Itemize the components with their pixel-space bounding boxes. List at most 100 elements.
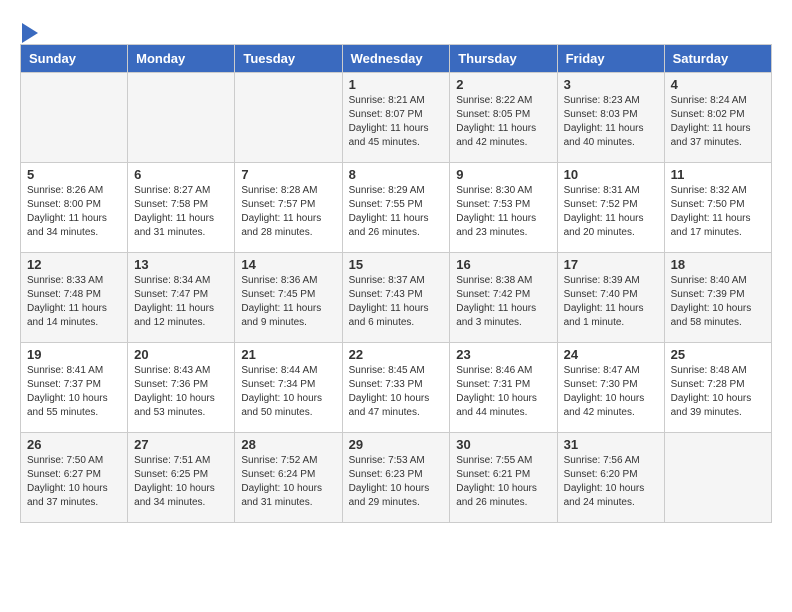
day-info: Sunrise: 8:30 AM Sunset: 7:53 PM Dayligh… — [456, 184, 550, 240]
day-number: 10 — [564, 167, 658, 182]
day-number: 23 — [456, 347, 550, 362]
day-info: Sunrise: 8:38 AM Sunset: 7:42 PM Dayligh… — [456, 274, 550, 330]
day-number: 13 — [134, 257, 228, 272]
calendar-week-row: 19 Sunrise: 8:41 AM Sunset: 7:37 PM Dayli… — [21, 342, 772, 432]
day-number: 29 — [349, 437, 444, 452]
calendar-empty-cell — [128, 72, 235, 162]
calendar-body: 1 Sunrise: 8:21 AM Sunset: 8:07 PM Daylig… — [21, 72, 772, 522]
calendar-day-cell: 20Sunrise: 8:43 AM Sunset: 7:36 PM Dayli… — [128, 342, 235, 432]
calendar-day-cell: 27 Sunrise: 7:51 AM Sunset: 6:25 PM Dayli… — [128, 432, 235, 522]
day-info: Sunrise: 8:32 AM Sunset: 7:50 PM Dayligh… — [671, 184, 765, 240]
day-info: Sunrise: 8:26 AM Sunset: 8:00 PM Dayligh… — [27, 184, 121, 240]
calendar-day-cell: 17 Sunrise: 8:39 AM Sunset: 7:40 PM Dayli… — [557, 252, 664, 342]
day-number: 15 — [349, 257, 444, 272]
day-info: Sunrise: 8:44 AM Sunset: 7:34 PM Dayligh… — [241, 364, 335, 420]
calendar-day-cell: 28 Sunrise: 7:52 AM Sunset: 6:24 PM Dayli… — [235, 432, 342, 522]
calendar-day-cell: 5Sunrise: 8:26 AM Sunset: 8:00 PM Daylig… — [21, 162, 128, 252]
day-number: 17 — [564, 257, 658, 272]
calendar-day-cell: 13 Sunrise: 8:34 AM Sunset: 7:47 PM Dayli… — [128, 252, 235, 342]
calendar-day-cell: 23 Sunrise: 8:46 AM Sunset: 7:31 PM Dayli… — [450, 342, 557, 432]
day-number: 16 — [456, 257, 550, 272]
day-number: 7 — [241, 167, 335, 182]
day-info: Sunrise: 8:39 AM Sunset: 7:40 PM Dayligh… — [564, 274, 658, 330]
calendar-day-cell: 10 Sunrise: 8:31 AM Sunset: 7:52 PM Dayli… — [557, 162, 664, 252]
day-number: 27 — [134, 437, 228, 452]
calendar-day-cell: 16 Sunrise: 8:38 AM Sunset: 7:42 PM Dayli… — [450, 252, 557, 342]
calendar-week-row: 1 Sunrise: 8:21 AM Sunset: 8:07 PM Daylig… — [21, 72, 772, 162]
day-number: 18 — [671, 257, 765, 272]
day-info: Sunrise: 8:41 AM Sunset: 7:37 PM Dayligh… — [27, 364, 121, 420]
calendar-empty-cell — [21, 72, 128, 162]
calendar-header-row: SundayMondayTuesdayWednesdayThursdayFrid… — [21, 44, 772, 72]
calendar-table: SundayMondayTuesdayWednesdayThursdayFrid… — [20, 44, 772, 523]
calendar-day-cell: 31Sunrise: 7:56 AM Sunset: 6:20 PM Dayli… — [557, 432, 664, 522]
day-info: Sunrise: 8:21 AM Sunset: 8:07 PM Dayligh… — [349, 94, 444, 150]
weekday-header: Wednesday — [342, 44, 450, 72]
calendar-day-cell: 18 Sunrise: 8:40 AM Sunset: 7:39 PM Dayli… — [664, 252, 771, 342]
calendar-empty-cell — [235, 72, 342, 162]
calendar-day-cell: 22 Sunrise: 8:45 AM Sunset: 7:33 PM Dayli… — [342, 342, 450, 432]
calendar-day-cell: 24 Sunrise: 8:47 AM Sunset: 7:30 PM Dayli… — [557, 342, 664, 432]
calendar-day-cell: 4 Sunrise: 8:24 AM Sunset: 8:02 PM Daylig… — [664, 72, 771, 162]
day-number: 26 — [27, 437, 121, 452]
day-number: 12 — [27, 257, 121, 272]
calendar-day-cell: 19 Sunrise: 8:41 AM Sunset: 7:37 PM Dayli… — [21, 342, 128, 432]
weekday-header: Sunday — [21, 44, 128, 72]
calendar-day-cell: 25 Sunrise: 8:48 AM Sunset: 7:28 PM Dayli… — [664, 342, 771, 432]
calendar-day-cell: 12 Sunrise: 8:33 AM Sunset: 7:48 PM Dayli… — [21, 252, 128, 342]
day-info: Sunrise: 8:22 AM Sunset: 8:05 PM Dayligh… — [456, 94, 550, 150]
day-number: 19 — [27, 347, 121, 362]
logo-arrow-icon — [22, 23, 38, 43]
day-number: 6 — [134, 167, 228, 182]
day-number: 11 — [671, 167, 765, 182]
calendar-week-row: 12 Sunrise: 8:33 AM Sunset: 7:48 PM Dayli… — [21, 252, 772, 342]
weekday-header: Tuesday — [235, 44, 342, 72]
day-number: 3 — [564, 77, 658, 92]
calendar-day-cell: 14Sunrise: 8:36 AM Sunset: 7:45 PM Dayli… — [235, 252, 342, 342]
day-number: 1 — [349, 77, 444, 92]
day-number: 14 — [241, 257, 335, 272]
day-number: 24 — [564, 347, 658, 362]
calendar-day-cell: 29Sunrise: 7:53 AM Sunset: 6:23 PM Dayli… — [342, 432, 450, 522]
weekday-header: Saturday — [664, 44, 771, 72]
calendar-day-cell: 2 Sunrise: 8:22 AM Sunset: 8:05 PM Daylig… — [450, 72, 557, 162]
day-info: Sunrise: 8:40 AM Sunset: 7:39 PM Dayligh… — [671, 274, 765, 330]
day-number: 20 — [134, 347, 228, 362]
day-number: 2 — [456, 77, 550, 92]
day-info: Sunrise: 8:28 AM Sunset: 7:57 PM Dayligh… — [241, 184, 335, 240]
day-number: 22 — [349, 347, 444, 362]
day-info: Sunrise: 7:55 AM Sunset: 6:21 PM Dayligh… — [456, 454, 550, 510]
day-info: Sunrise: 8:34 AM Sunset: 7:47 PM Dayligh… — [134, 274, 228, 330]
day-info: Sunrise: 7:51 AM Sunset: 6:25 PM Dayligh… — [134, 454, 228, 510]
day-info: Sunrise: 8:45 AM Sunset: 7:33 PM Dayligh… — [349, 364, 444, 420]
calendar-day-cell: 30 Sunrise: 7:55 AM Sunset: 6:21 PM Dayli… — [450, 432, 557, 522]
day-number: 28 — [241, 437, 335, 452]
day-info: Sunrise: 8:31 AM Sunset: 7:52 PM Dayligh… — [564, 184, 658, 240]
calendar-day-cell: 3Sunrise: 8:23 AM Sunset: 8:03 PM Daylig… — [557, 72, 664, 162]
day-info: Sunrise: 8:33 AM Sunset: 7:48 PM Dayligh… — [27, 274, 121, 330]
day-info: Sunrise: 7:52 AM Sunset: 6:24 PM Dayligh… — [241, 454, 335, 510]
weekday-header: Monday — [128, 44, 235, 72]
calendar-day-cell: 21Sunrise: 8:44 AM Sunset: 7:34 PM Dayli… — [235, 342, 342, 432]
calendar-day-cell: 7 Sunrise: 8:28 AM Sunset: 7:57 PM Daylig… — [235, 162, 342, 252]
weekday-header: Thursday — [450, 44, 557, 72]
calendar-day-cell: 11 Sunrise: 8:32 AM Sunset: 7:50 PM Dayli… — [664, 162, 771, 252]
calendar-day-cell: 15 Sunrise: 8:37 AM Sunset: 7:43 PM Dayli… — [342, 252, 450, 342]
day-number: 30 — [456, 437, 550, 452]
calendar-week-row: 26 Sunrise: 7:50 AM Sunset: 6:27 PM Dayli… — [21, 432, 772, 522]
day-info: Sunrise: 8:29 AM Sunset: 7:55 PM Dayligh… — [349, 184, 444, 240]
day-info: Sunrise: 7:50 AM Sunset: 6:27 PM Dayligh… — [27, 454, 121, 510]
calendar-day-cell: 1 Sunrise: 8:21 AM Sunset: 8:07 PM Daylig… — [342, 72, 450, 162]
calendar-week-row: 5Sunrise: 8:26 AM Sunset: 8:00 PM Daylig… — [21, 162, 772, 252]
day-info: Sunrise: 8:48 AM Sunset: 7:28 PM Dayligh… — [671, 364, 765, 420]
calendar-day-cell: 9Sunrise: 8:30 AM Sunset: 7:53 PM Daylig… — [450, 162, 557, 252]
day-number: 25 — [671, 347, 765, 362]
day-info: Sunrise: 8:24 AM Sunset: 8:02 PM Dayligh… — [671, 94, 765, 150]
logo — [20, 24, 38, 44]
day-info: Sunrise: 8:47 AM Sunset: 7:30 PM Dayligh… — [564, 364, 658, 420]
day-info: Sunrise: 8:46 AM Sunset: 7:31 PM Dayligh… — [456, 364, 550, 420]
day-number: 4 — [671, 77, 765, 92]
day-info: Sunrise: 8:37 AM Sunset: 7:43 PM Dayligh… — [349, 274, 444, 330]
calendar-day-cell: 8Sunrise: 8:29 AM Sunset: 7:55 PM Daylig… — [342, 162, 450, 252]
calendar-empty-cell — [664, 432, 771, 522]
